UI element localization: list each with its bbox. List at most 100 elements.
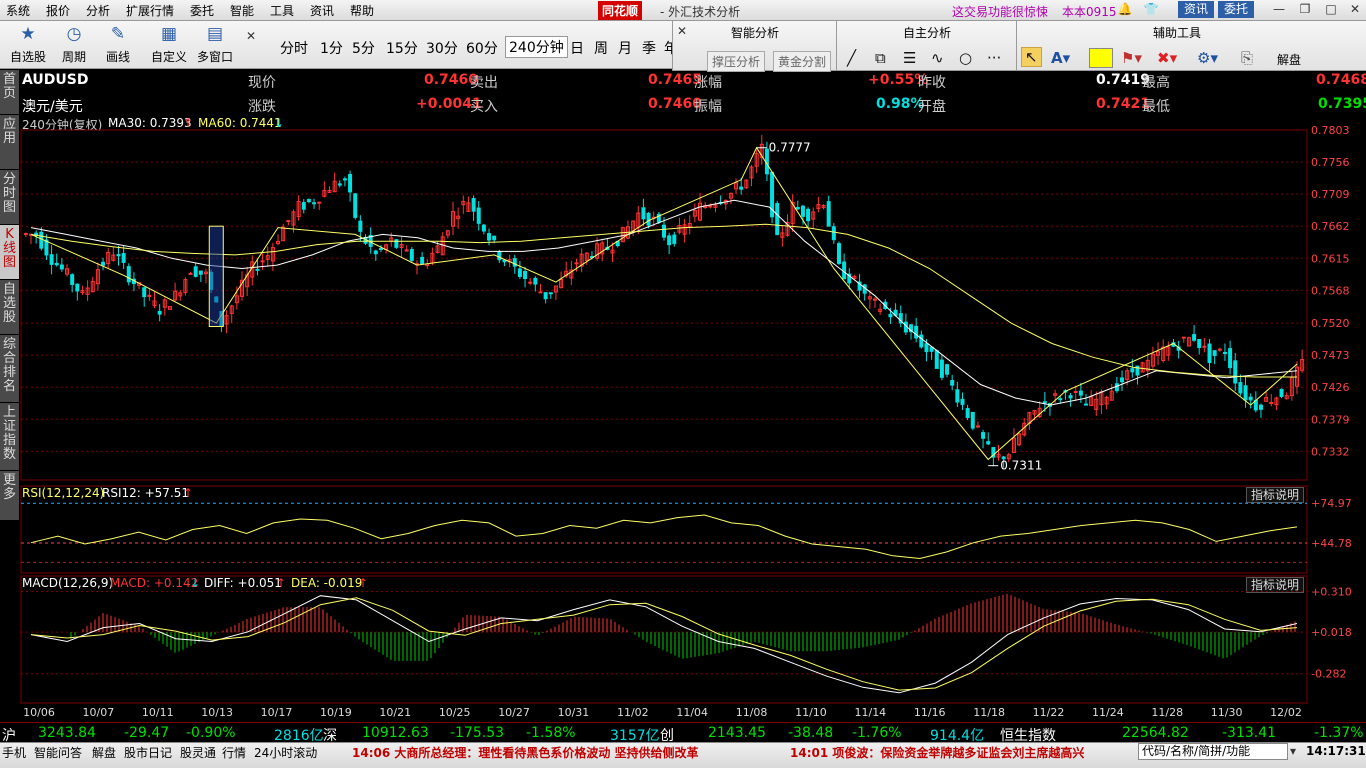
delete-icon[interactable]: ✖▾ <box>1157 49 1177 67</box>
toolbar-watchlist[interactable]: ★ 自选股 <box>6 23 50 65</box>
bookmark-icon[interactable]: ⚑▾ <box>1121 49 1142 67</box>
maximize-icon[interactable]: □ <box>1322 2 1340 17</box>
status-market[interactable]: 行情 <box>222 744 246 761</box>
menu-smart[interactable]: 智能 <box>230 2 254 19</box>
status-qa[interactable]: 智能问答 <box>34 744 82 761</box>
close-icon[interactable]: ✕ <box>1346 2 1364 17</box>
sidetab-timeshare[interactable]: 分时图 <box>0 170 19 225</box>
candle-body <box>857 281 862 291</box>
candle-body <box>929 346 934 352</box>
news-headline-1[interactable]: 14:06 大商所总经理：理性看待黑色系价格波动 坚持供给侧改革 <box>352 744 699 761</box>
candle-body <box>600 242 605 255</box>
period-60m[interactable]: 60分 <box>466 38 498 58</box>
candle-body <box>1032 409 1037 415</box>
sidetab-shindex[interactable]: 上证指数 <box>0 403 19 471</box>
unlock-button[interactable]: 解盘 <box>1277 51 1301 68</box>
menu-system[interactable]: 系统 <box>6 2 30 19</box>
line-tool-icon[interactable]: ╱ <box>847 49 856 67</box>
period-5m[interactable]: 5分 <box>352 38 375 58</box>
candle-body <box>1176 346 1181 351</box>
period-1m[interactable]: 1分 <box>320 38 343 58</box>
rsi-explain-button[interactable]: 指标说明 <box>1245 487 1304 503</box>
settings-icon[interactable]: ⚙▾ <box>1197 49 1218 67</box>
rect-tool-icon[interactable]: ⧉ <box>875 49 886 67</box>
sidetab-ranking[interactable]: 综合排名 <box>0 335 19 403</box>
candle-body <box>584 252 589 261</box>
shirt-icon[interactable]: 👕 <box>1142 2 1160 17</box>
period-year[interactable]: 年 <box>664 38 672 58</box>
minimize-icon[interactable]: — <box>1270 2 1288 17</box>
color-swatch-icon[interactable] <box>1089 48 1113 68</box>
menu-info[interactable]: 资讯 <box>310 2 334 19</box>
menu-help[interactable]: 帮助 <box>350 2 374 19</box>
toolbar-period[interactable]: ◷ 周期 <box>54 23 94 65</box>
golden-section-button[interactable]: 黄金分割 <box>773 51 832 72</box>
candle-body <box>821 204 826 209</box>
news-button[interactable]: 资讯 <box>1178 1 1215 18</box>
trade-button[interactable]: 委托 <box>1218 1 1255 18</box>
toolbar-draw[interactable]: ✎ 画线 <box>98 23 138 65</box>
candle-body <box>1027 412 1032 424</box>
candle-body <box>806 208 811 222</box>
sidetab-more[interactable]: 更多 <box>0 471 19 521</box>
period-week[interactable]: 周 <box>594 38 608 58</box>
menu-extended[interactable]: 扩展行情 <box>126 2 174 19</box>
status-24h[interactable]: 24小时滚动 <box>254 744 317 761</box>
news-headline-2[interactable]: 14:01 项俊波：保险资金举牌越多证监会刘主席越高兴 <box>790 744 1084 761</box>
arrow-up-icon: ↑ <box>358 576 369 590</box>
candle-body <box>219 310 224 327</box>
circle-tool-icon[interactable]: ○ <box>959 49 972 67</box>
export-icon[interactable]: ⎘ <box>1241 49 1253 67</box>
candle-body <box>445 230 450 236</box>
candle-body <box>878 308 883 312</box>
sidetab-kline[interactable]: K线图 <box>0 225 19 280</box>
candle-body <box>981 432 986 439</box>
status-diary[interactable]: 股市日记 <box>124 744 172 761</box>
sidetab-home[interactable]: 首页 <box>0 70 19 115</box>
bell-icon[interactable]: 🔔 <box>1116 2 1134 17</box>
menu-quote[interactable]: 报价 <box>46 2 70 19</box>
status-mobile[interactable]: 手机 <box>2 744 26 761</box>
sidetab-watchlist[interactable]: 自选股 <box>0 280 19 335</box>
search-input[interactable]: 代码/名称/简拼/功能 <box>1138 743 1288 760</box>
date-tick-label: 10/06 <box>23 706 55 719</box>
period-fenshi[interactable]: 分时 <box>280 38 308 58</box>
text-tool-icon[interactable]: ☰ <box>903 49 916 67</box>
period-240m[interactable]: 240分钟 <box>505 36 568 58</box>
menu-tools[interactable]: 工具 <box>270 2 294 19</box>
restore-icon[interactable]: ❐ <box>1296 2 1314 17</box>
macd-explain-button[interactable]: 指标说明 <box>1245 577 1304 593</box>
date-tick-label: 10/25 <box>439 706 471 719</box>
candle-body <box>157 310 162 315</box>
status-stockspirit[interactable]: 股灵通 <box>180 744 216 761</box>
period-30m[interactable]: 30分 <box>426 38 458 58</box>
candle-body <box>80 290 85 294</box>
candle-body <box>116 254 121 257</box>
candle-body <box>1295 366 1299 387</box>
period-quarter[interactable]: 季 <box>642 38 656 58</box>
toolbar-multiwindow[interactable]: ▤ 多窗口 <box>194 23 236 65</box>
period-15m[interactable]: 15分 <box>386 38 418 58</box>
cursor-icon[interactable]: ↖ <box>1021 47 1042 67</box>
status-analysis[interactable]: 解盘 <box>92 744 116 761</box>
more-tools-icon[interactable]: ··· <box>987 49 1001 67</box>
candle-body <box>481 224 486 232</box>
period-day[interactable]: 日 <box>570 38 584 58</box>
candle-body <box>1258 404 1263 410</box>
toolbar-collapse-icon[interactable]: ✕ <box>246 29 256 43</box>
promo-link[interactable]: 这交易功能很惊悚 <box>952 3 1048 20</box>
candle-body <box>934 350 939 369</box>
candle-body <box>631 220 636 232</box>
toolbar-custom[interactable]: ▦ 自定义 <box>148 23 190 65</box>
wave-tool-icon[interactable]: ∿ <box>931 49 944 67</box>
chevron-down-icon[interactable]: ▾ <box>1290 744 1296 758</box>
support-resistance-button[interactable]: 撑压分析 <box>707 51 766 72</box>
candle-body <box>152 300 157 306</box>
candle-body <box>909 324 914 333</box>
font-icon[interactable]: A▾ <box>1051 49 1070 67</box>
menu-trade[interactable]: 委托 <box>190 2 214 19</box>
period-month[interactable]: 月 <box>618 38 632 58</box>
menu-analysis[interactable]: 分析 <box>86 2 110 19</box>
sidetab-apps[interactable]: 应用 <box>0 115 19 170</box>
candle-body <box>126 266 131 283</box>
